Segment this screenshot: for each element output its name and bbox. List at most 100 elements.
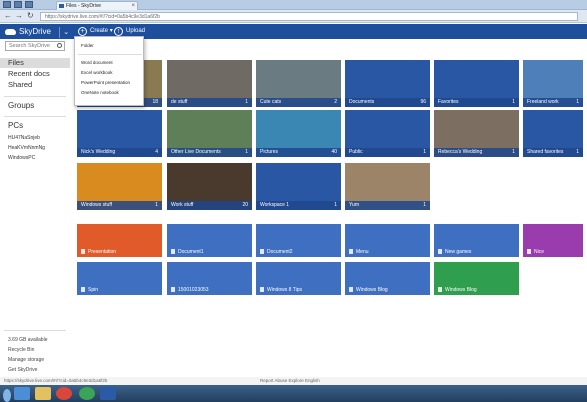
- menu-item-folder[interactable]: Folder: [81, 43, 94, 48]
- folder-name: Yum: [349, 202, 360, 208]
- folder-tile[interactable]: Cute cats 2: [256, 60, 341, 107]
- document-icon: [171, 287, 175, 292]
- footer-links[interactable]: Report Abuse Explore English: [260, 377, 320, 385]
- folder-name: Work stuff: [171, 202, 194, 208]
- menu-item-word-document[interactable]: Word document: [81, 60, 113, 65]
- folder-label-bar: Cute cats 2: [256, 98, 341, 107]
- window-menu-icon[interactable]: [25, 1, 33, 8]
- folder-name: Cute cats: [260, 99, 282, 105]
- folder-tile[interactable]: Shared favorites 1: [523, 110, 583, 157]
- folder-name: Public: [349, 149, 363, 155]
- folder-tile[interactable]: Workspace 1 1: [256, 163, 341, 210]
- browser-tab-strip: Files - SkyDrive ×: [0, 0, 587, 10]
- folder-label-bar: Other Live Documents 1: [167, 148, 252, 157]
- sidebar-pc-item[interactable]: HeaKVmNnmNg: [8, 145, 45, 151]
- file-tile[interactable]: Presentation: [77, 224, 162, 257]
- upload-label: Upload: [126, 28, 146, 34]
- file-tile[interactable]: 15001023053: [167, 262, 252, 295]
- file-tile[interactable]: Windows 8 Tips: [256, 262, 341, 295]
- address-bar-row: ← → ↻ https://skydrive.live.com/#!/?cid=…: [0, 10, 587, 23]
- browser-tab[interactable]: Files - SkyDrive ×: [56, 1, 138, 10]
- folder-name: Nick's Wedding: [81, 149, 116, 155]
- file-tile[interactable]: Nice: [523, 224, 583, 257]
- sidebar-item-files[interactable]: Files: [0, 58, 70, 68]
- sidebar-item-shared[interactable]: Shared: [0, 80, 70, 90]
- forward-icon[interactable]: →: [15, 11, 23, 21]
- folder-name: Other Live Documents: [171, 149, 221, 155]
- plus-icon: +: [78, 27, 87, 36]
- screen: { "browser": { "tab_title": "Files - Sky…: [0, 0, 587, 402]
- file-tile[interactable]: Windows Blog: [345, 262, 430, 295]
- folder-tile[interactable]: Nick's Wedding 4: [77, 110, 162, 157]
- folder-name: Rebecca's Wedding: [438, 149, 483, 155]
- folder-tile[interactable]: Windows stuff 1: [77, 163, 162, 210]
- search-icon[interactable]: [57, 43, 62, 48]
- file-tile[interactable]: Document2: [256, 224, 341, 257]
- menu-item-excel-workbook[interactable]: Excel workbook: [81, 70, 113, 75]
- folder-label-bar: Windows stuff 1: [77, 201, 162, 210]
- folder-tile[interactable]: de stuff 1: [167, 60, 252, 107]
- create-menu: Folder Word document Excel workbook Powe…: [74, 36, 144, 106]
- phone-icon[interactable]: [79, 387, 95, 400]
- recycle-bin-link[interactable]: Recycle Bin: [8, 347, 34, 353]
- document-icon: [171, 249, 175, 254]
- folder-tile[interactable]: Public 1: [345, 110, 430, 157]
- reload-icon[interactable]: ↻: [27, 11, 34, 21]
- folder-label-bar: Freeland work 1: [523, 98, 583, 107]
- document-icon: [81, 249, 85, 254]
- chrome-icon[interactable]: [56, 387, 72, 400]
- window-menu-icon[interactable]: [14, 1, 22, 8]
- file-tile[interactable]: Spin: [77, 262, 162, 295]
- chevron-down-icon[interactable]: ⌄: [59, 27, 69, 38]
- menu-item-powerpoint-presentation[interactable]: PowerPoint presentation: [81, 80, 130, 85]
- folder-tile[interactable]: Documents 96: [345, 60, 430, 107]
- sidebar-item-groups[interactable]: Groups: [8, 101, 34, 110]
- file-tile[interactable]: Menu: [345, 224, 430, 257]
- folder-name: Documents: [349, 99, 375, 105]
- get-skydrive-link[interactable]: Get SkyDrive: [8, 367, 37, 373]
- url-input[interactable]: https://skydrive.live.com/#!/?cid=0a5b4c…: [40, 12, 578, 21]
- folder-count: 1: [512, 149, 515, 155]
- document-icon: [260, 287, 264, 292]
- folder-label-bar: Yum 1: [345, 201, 430, 210]
- folder-tile[interactable]: Freeland work 1: [523, 60, 583, 107]
- close-tab-icon[interactable]: ×: [131, 2, 135, 10]
- file-tile[interactable]: Document1: [167, 224, 252, 257]
- document-icon: [438, 249, 442, 254]
- folder-label-bar: Public 1: [345, 148, 430, 157]
- folder-tile[interactable]: Other Live Documents 1: [167, 110, 252, 157]
- start-icon[interactable]: [3, 389, 11, 402]
- sidebar-pc-item[interactable]: WindowsPC: [8, 155, 35, 161]
- folder-name: Favorites: [438, 99, 459, 105]
- folder-tile[interactable]: Rebecca's Wedding 1: [434, 110, 519, 157]
- file-name: Document2: [267, 249, 293, 255]
- upload-icon: ↑: [114, 27, 123, 36]
- ie-icon[interactable]: [14, 387, 30, 400]
- folder-tile[interactable]: Pictures 40: [256, 110, 341, 157]
- file-tile[interactable]: Windows Blog: [434, 262, 519, 295]
- folder-name: Workspace 1: [260, 202, 290, 208]
- folder-count: 1: [576, 99, 579, 105]
- window-menu-icon[interactable]: [3, 1, 11, 8]
- file-name: Menu: [356, 249, 369, 255]
- folder-tile[interactable]: Work stuff 20: [167, 163, 252, 210]
- word-icon[interactable]: [100, 387, 116, 400]
- create-label: Create: [90, 28, 109, 34]
- file-tile[interactable]: New games: [434, 224, 519, 257]
- sidebar-pc-item[interactable]: HU47NaSnjeb: [8, 135, 40, 141]
- folder-tile[interactable]: Yum 1: [345, 163, 430, 210]
- folder-name: Pictures: [260, 149, 279, 155]
- back-icon[interactable]: ←: [4, 11, 12, 21]
- skydrive-logo[interactable]: SkyDrive ⌄: [5, 26, 69, 38]
- manage-storage-link[interactable]: Manage storage: [8, 357, 44, 363]
- explorer-icon[interactable]: [35, 387, 51, 400]
- taskbar: [0, 385, 587, 402]
- sidebar-item-recent-docs[interactable]: Recent docs: [0, 69, 70, 79]
- folder-tile[interactable]: Favorites 1: [434, 60, 519, 107]
- chevron-down-icon: ▾: [109, 28, 113, 34]
- folder-count: 20: [242, 202, 248, 208]
- file-name: Nice: [534, 249, 545, 255]
- menu-item-onenote-notebook[interactable]: OneNote notebook: [81, 90, 119, 95]
- search-input[interactable]: Search SkyDrive: [5, 41, 65, 51]
- folder-label-bar: Shared favorites 1: [523, 148, 583, 157]
